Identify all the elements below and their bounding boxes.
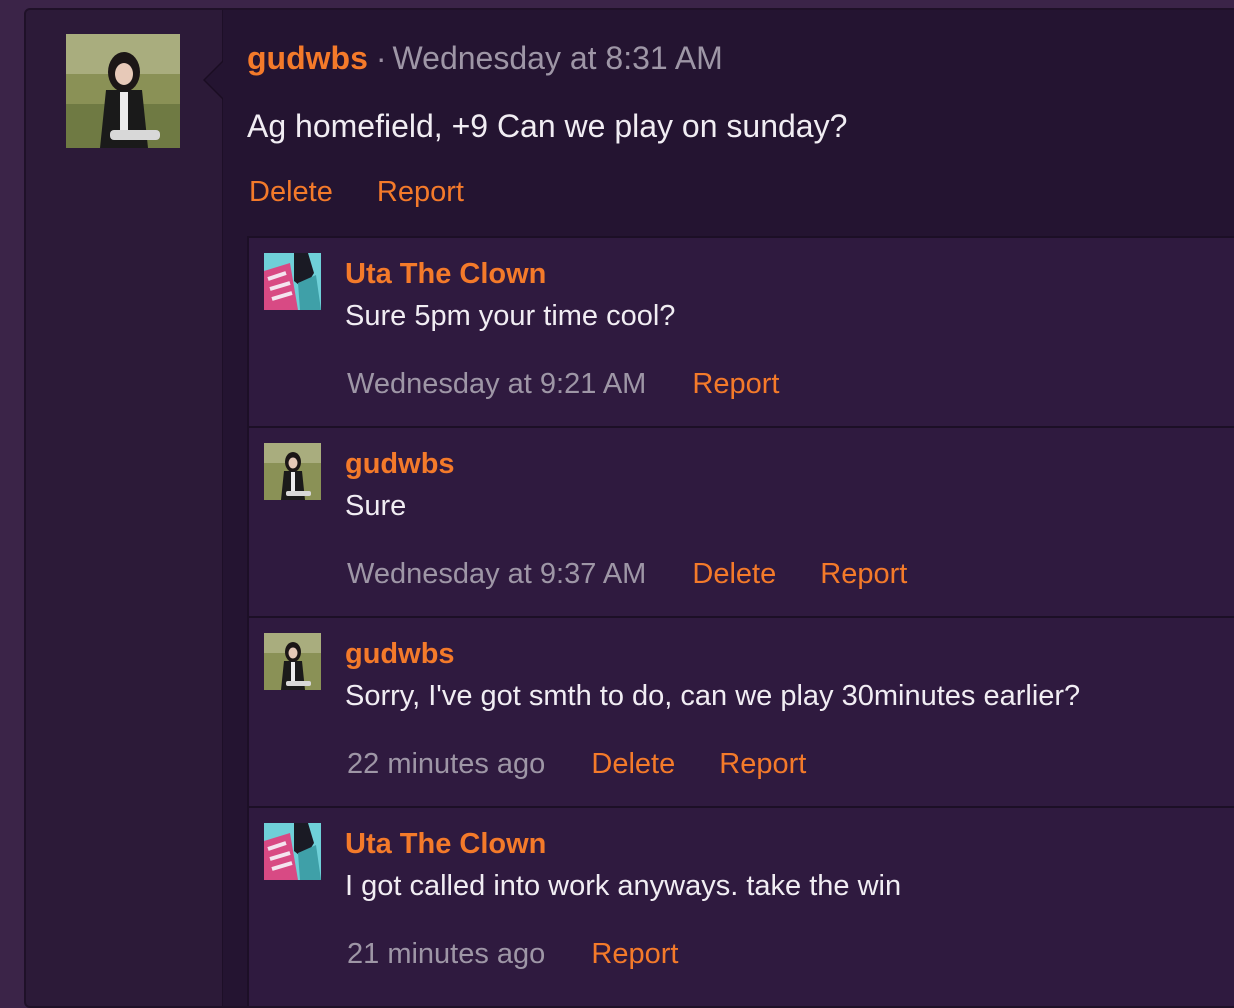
reply-author[interactable]: Uta The Clown	[345, 258, 546, 291]
report-button[interactable]: Report	[719, 748, 806, 780]
reply-timestamp[interactable]: 21 minutes ago	[347, 938, 545, 970]
avatar-image	[264, 253, 321, 310]
post-main: gudwbs · Wednesday at 8:31 AM Ag homefield…	[203, 10, 1234, 1006]
delete-button[interactable]: Delete	[591, 748, 675, 780]
reply-meta: 21 minutes ago Report	[347, 938, 714, 971]
reply-author[interactable]: Uta The Clown	[345, 828, 546, 861]
avatar-image	[264, 633, 321, 690]
delete-button[interactable]: Delete	[692, 558, 776, 590]
reply-item: gudwbs Sure Wednesday at 9:37 AM Delete …	[249, 428, 1234, 618]
delete-button[interactable]: Delete	[249, 176, 333, 208]
post-pointer	[203, 60, 223, 100]
post-actions: Delete Report	[249, 176, 500, 209]
avatar-image	[264, 823, 321, 880]
report-button[interactable]: Report	[591, 938, 678, 970]
report-button[interactable]: Report	[692, 368, 779, 400]
avatar[interactable]	[264, 443, 321, 500]
avatar-image	[66, 34, 180, 148]
reply-text: Sure	[345, 490, 407, 522]
post-body: Ag homefield, +9 Can we play on sunday?	[247, 108, 848, 144]
reply-meta: Wednesday at 9:37 AM Delete Report	[347, 558, 943, 591]
reply-item: gudwbs Sorry, I've got smth to do, can w…	[249, 618, 1234, 808]
avatar[interactable]	[66, 34, 180, 148]
report-button[interactable]: Report	[820, 558, 907, 590]
replies-list: Uta The Clown Sure 5pm your time cool? W…	[247, 236, 1234, 1006]
reply-text: I got called into work anyways. take the…	[345, 870, 902, 902]
avatar-image	[264, 443, 321, 500]
post-timestamp[interactable]: Wednesday at 8:31 AM	[393, 40, 723, 76]
reply-timestamp[interactable]: Wednesday at 9:21 AM	[347, 368, 646, 400]
header-separator: ·	[375, 40, 387, 76]
user-column	[26, 10, 222, 1006]
post-author[interactable]: gudwbs	[247, 40, 368, 76]
reply-item: Uta The Clown I got called into work any…	[249, 808, 1234, 1006]
reply-timestamp[interactable]: 22 minutes ago	[347, 748, 545, 780]
reply-meta: Wednesday at 9:21 AM Report	[347, 368, 815, 401]
reply-author[interactable]: gudwbs	[345, 448, 455, 481]
reply-text: Sorry, I've got smth to do, can we play …	[345, 680, 1081, 712]
reply-item: Uta The Clown Sure 5pm your time cool? W…	[249, 238, 1234, 428]
reply-text: Sure 5pm your time cool?	[345, 300, 676, 332]
avatar[interactable]	[264, 253, 321, 310]
message-frame: gudwbs · Wednesday at 8:31 AM Ag homefield…	[24, 8, 1234, 1008]
reply-meta: 22 minutes ago Delete Report	[347, 748, 842, 781]
reply-timestamp[interactable]: Wednesday at 9:37 AM	[347, 558, 646, 590]
avatar[interactable]	[264, 633, 321, 690]
post-header: gudwbs · Wednesday at 8:31 AM	[247, 40, 723, 76]
avatar[interactable]	[264, 823, 321, 880]
reply-author[interactable]: gudwbs	[345, 638, 455, 671]
report-button[interactable]: Report	[377, 176, 464, 208]
